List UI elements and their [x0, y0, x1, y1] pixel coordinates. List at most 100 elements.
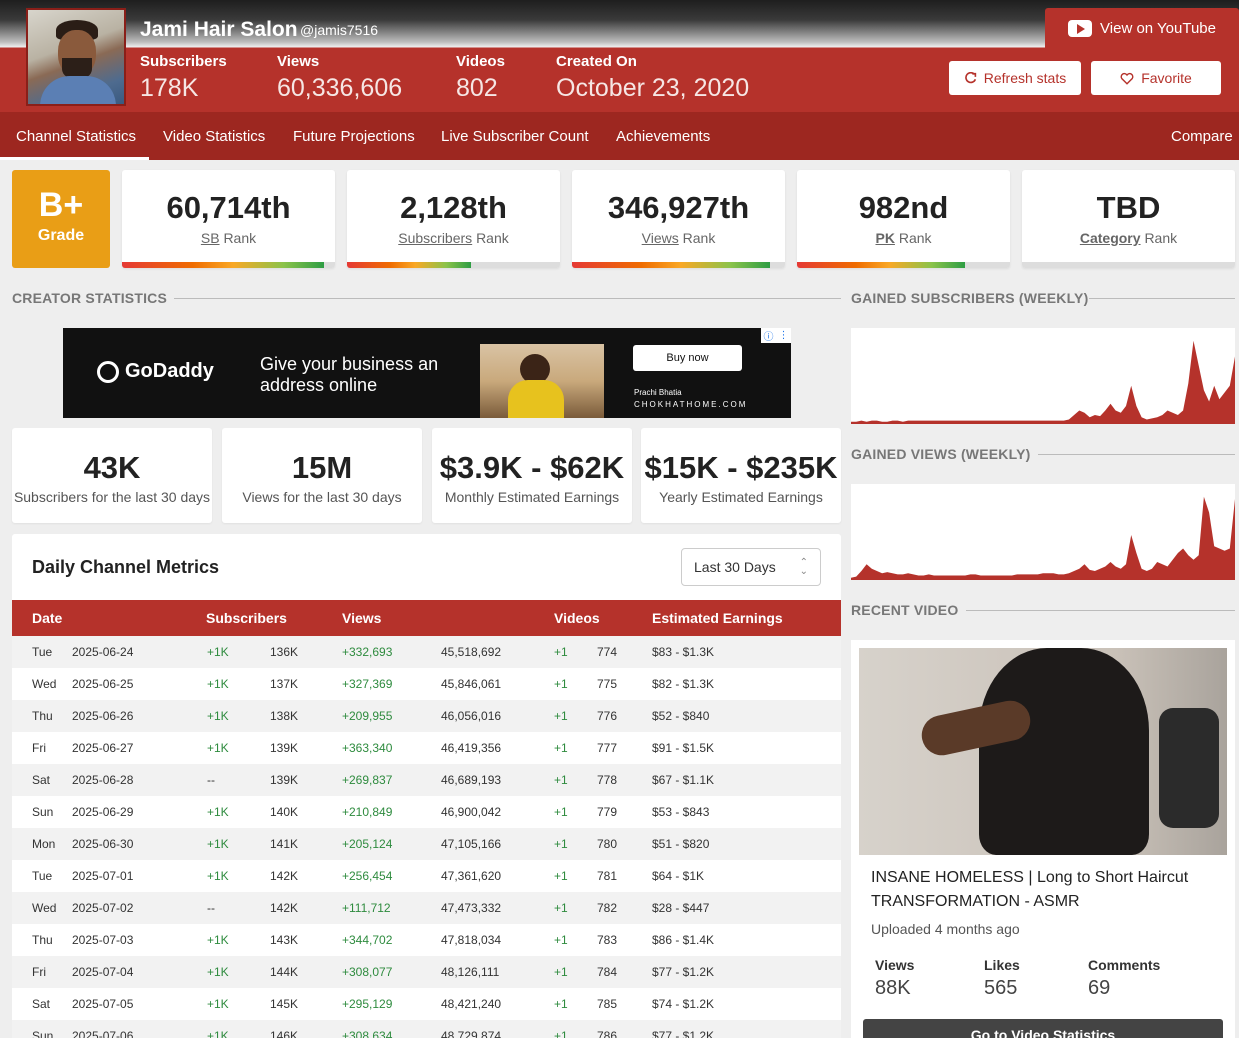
recent-video-likes: Likes 565	[984, 957, 1020, 1000]
cell-videos: 781	[597, 869, 618, 883]
section-divider	[966, 610, 1235, 611]
cell-views: 48,421,240	[441, 997, 502, 1011]
cell-videos: 785	[597, 997, 618, 1011]
rank-key-link[interactable]: Views	[642, 230, 679, 246]
rank-key-link[interactable]: Category	[1080, 230, 1141, 246]
rank-label: Category Rank	[1022, 230, 1235, 246]
favorite-button[interactable]: Favorite	[1091, 61, 1221, 95]
channel-avatar[interactable]	[26, 8, 126, 106]
stat-card-yearly-earnings: $15K - $235K Yearly Estimated Earnings	[641, 428, 841, 523]
cell-day: Wed	[32, 677, 57, 691]
tab-compare[interactable]: Compare	[1171, 128, 1233, 145]
col-header-date[interactable]: Date	[32, 610, 62, 626]
cell-date: 2025-07-01	[72, 869, 134, 883]
godaddy-logo-icon	[97, 360, 119, 383]
ad-choices-icon[interactable]: ⓘ ⋮	[761, 328, 791, 343]
cell-date: 2025-06-24	[72, 645, 134, 659]
favorite-label: Favorite	[1141, 70, 1192, 86]
gained-subscribers-area	[851, 340, 1235, 424]
grade-badge: B+ Grade	[12, 170, 110, 268]
thumbnail-hair	[979, 648, 1149, 855]
date-range-value: Last 30 Days	[694, 559, 776, 575]
table-row: Sun 2025-06-29 +1K 140K +210,849 46,900,042 +1…	[12, 796, 841, 828]
cell-subs: 138K	[270, 709, 299, 723]
table-row: Sat 2025-06-28 -- 139K +269,837 46,689,193 +1 7…	[12, 764, 841, 796]
col-header-earnings[interactable]: Estimated Earnings	[652, 610, 783, 626]
cell-vid-delta: +1	[554, 709, 568, 723]
stat-card-views-30d: 15M Views for the last 30 days	[222, 428, 422, 523]
tab-video-statistics[interactable]: Video Statistics	[163, 128, 265, 145]
cell-day: Sun	[32, 1029, 54, 1038]
cell-earnings: $51 - $820	[652, 837, 710, 851]
avatar-body	[40, 76, 116, 104]
cell-sub-delta: --	[207, 901, 215, 915]
cell-earnings: $28 - $447	[652, 901, 710, 915]
rank-card-pk: 982nd PK Rank	[797, 170, 1010, 268]
cell-day: Mon	[32, 837, 56, 851]
col-header-subscribers[interactable]: Subscribers	[206, 610, 287, 626]
view-on-youtube-button[interactable]: View on YouTube	[1045, 8, 1239, 48]
cell-videos: 774	[597, 645, 618, 659]
col-header-videos[interactable]: Videos	[554, 610, 600, 626]
cell-views: 48,126,111	[441, 965, 500, 979]
cell-earnings: $52 - $840	[652, 709, 710, 723]
header-stat-subscribers: Subscribers 178K	[140, 53, 227, 103]
rank-label: SB Rank	[122, 230, 335, 246]
cell-view-delta: +295,129	[342, 997, 393, 1011]
cell-vid-delta: +1	[554, 869, 568, 883]
tab-channel-statistics[interactable]: Channel Statistics	[16, 128, 136, 145]
recent-video-uploaded: Uploaded 4 months ago	[871, 921, 1020, 937]
refresh-icon	[964, 71, 976, 83]
cell-earnings: $86 - $1.4K	[652, 933, 715, 947]
cell-view-delta: +332,693	[342, 645, 393, 659]
tab-live-subscriber-count[interactable]: Live Subscriber Count	[441, 128, 589, 145]
cell-videos: 779	[597, 805, 618, 819]
recent-video-thumbnail[interactable]	[859, 648, 1227, 855]
cell-sub-delta: +1K	[207, 645, 229, 659]
cell-subs: 145K	[270, 997, 299, 1011]
rank-suffix: Rank	[682, 230, 716, 246]
cell-vid-delta: +1	[554, 645, 568, 659]
cell-view-delta: +308,077	[342, 965, 393, 979]
header-stat-label: Subscribers	[140, 53, 227, 70]
cell-subs: 146K	[270, 1029, 299, 1038]
rank-label: PK Rank	[797, 230, 1010, 246]
recent-video-title[interactable]: INSANE HOMELESS | Long to Short Haircut …	[871, 866, 1221, 914]
rank-key-link[interactable]: Subscribers	[398, 230, 472, 246]
table-row: Fri 2025-07-04 +1K 144K +308,077 48,126,111 +1…	[12, 956, 841, 988]
header-stat-value: 802	[456, 74, 498, 102]
metrics-table-header: Date Subscribers Views Videos Estimated …	[12, 600, 841, 636]
video-stat-label: Views	[875, 957, 915, 973]
cell-earnings: $53 - $843	[652, 805, 710, 819]
cell-day: Thu	[32, 709, 53, 723]
cell-sub-delta: +1K	[207, 1029, 229, 1038]
rank-progress-bar	[122, 262, 325, 268]
ad-brand-logo: GoDaddy	[97, 360, 214, 383]
cell-earnings: $64 - $1K	[652, 869, 705, 883]
cell-earnings: $82 - $1.3K	[652, 677, 715, 691]
rank-label: Views Rank	[572, 230, 785, 246]
select-chevrons-icon: ⌃ ⌄	[799, 557, 808, 577]
rank-suffix: Rank	[476, 230, 509, 246]
ad-caption-site: CHOKHATHOME.COM	[634, 400, 748, 409]
refresh-stats-button[interactable]: Refresh stats	[949, 61, 1081, 95]
cell-earnings: $67 - $1.1K	[652, 773, 715, 787]
cell-day: Wed	[32, 901, 57, 915]
cell-view-delta: +344,702	[342, 933, 393, 947]
ad-buy-now-button[interactable]: Buy now	[633, 345, 742, 371]
cell-subs: 139K	[270, 741, 299, 755]
cell-vid-delta: +1	[554, 773, 568, 787]
cell-earnings: $74 - $1.2K	[652, 997, 715, 1011]
rank-key-link[interactable]: PK	[875, 230, 894, 246]
date-range-select[interactable]: Last 30 Days ⌃ ⌄	[681, 548, 821, 586]
cell-sub-delta: +1K	[207, 677, 229, 691]
tab-achievements[interactable]: Achievements	[616, 128, 710, 145]
go-to-video-statistics-button[interactable]: Go to Video Statistics	[863, 1019, 1223, 1038]
advertisement-banner[interactable]: GoDaddy Give your business an address on…	[63, 328, 791, 418]
cell-videos: 778	[597, 773, 618, 787]
tab-future-projections[interactable]: Future Projections	[293, 128, 415, 145]
rank-key-link[interactable]: SB	[201, 230, 220, 246]
cell-views: 48,729,874	[441, 1029, 502, 1038]
col-header-views[interactable]: Views	[342, 610, 381, 626]
cell-subs: 141K	[270, 837, 299, 851]
